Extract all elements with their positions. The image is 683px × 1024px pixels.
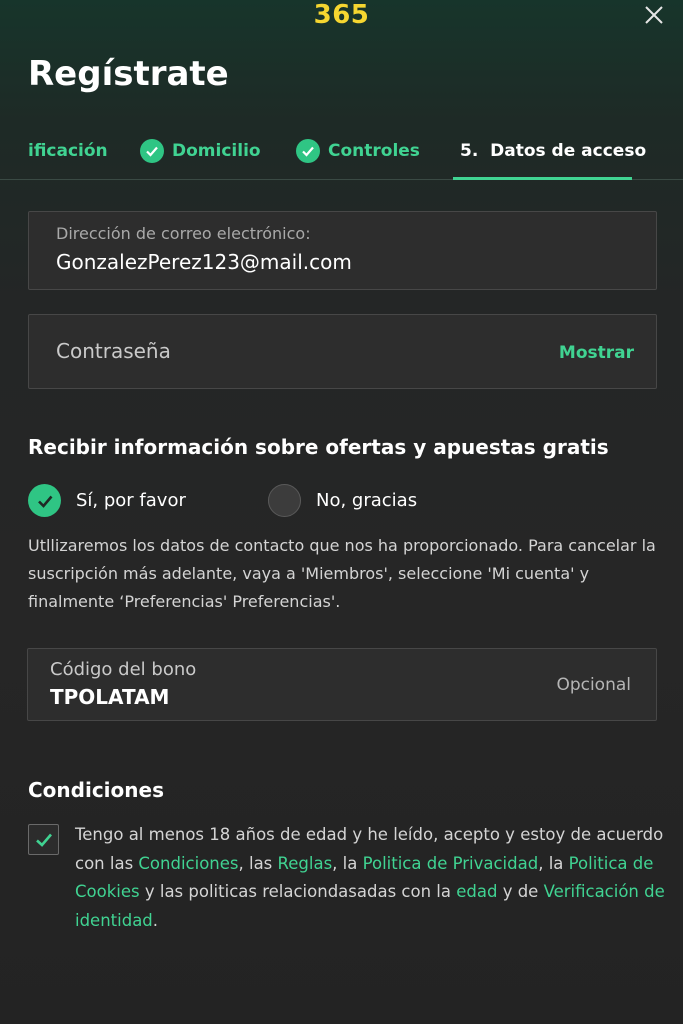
page-title: Regístrate: [28, 54, 229, 94]
step-identification[interactable]: ificación: [28, 138, 108, 164]
terms-text-part: .: [152, 910, 159, 930]
radio-unchecked-icon: [268, 484, 301, 517]
show-password-button[interactable]: Mostrar: [559, 343, 634, 363]
step-label: Controles: [328, 141, 420, 161]
checkmark-icon: [35, 833, 52, 847]
radio-checked-icon: [28, 484, 61, 517]
unsubscribe-info: Utllizaremos los datos de contacto que n…: [28, 536, 656, 611]
close-button[interactable]: [643, 4, 665, 26]
email-field[interactable]: Dirección de correo electrónico: Gonzale…: [28, 211, 657, 290]
close-icon: [645, 6, 663, 24]
password-field[interactable]: Contraseña Mostrar: [28, 314, 657, 389]
brand-logo: 365: [313, 0, 370, 30]
offers-yes-option[interactable]: Sí, por favor: [28, 484, 186, 517]
age-policy-link[interactable]: edad: [456, 882, 497, 901]
terms-text-part: y las politicas relaciondasadas con la: [139, 882, 457, 901]
step-controls[interactable]: Controles: [296, 138, 420, 164]
rules-link[interactable]: Reglas: [278, 854, 333, 873]
registration-steps: ificación Domicilio Controles 5. Datos d…: [0, 120, 683, 180]
step-access-data[interactable]: 5. Datos de acceso: [460, 138, 646, 164]
step-label: 5. Datos de acceso: [460, 141, 647, 161]
active-step-indicator: [453, 177, 632, 180]
terms-text-part: y de: [497, 882, 544, 901]
terms-text-part: , la: [538, 853, 569, 873]
terms-text: Tengo al menos 18 años de edad y he leíd…: [75, 821, 665, 935]
terms-text-part: , las: [238, 853, 278, 873]
check-circle-icon: [140, 139, 164, 163]
email-label: Dirección de correo electrónico:: [56, 224, 311, 243]
offers-yes-label: Sí, por favor: [76, 490, 186, 511]
step-label: ificación: [28, 141, 108, 161]
terms-text-part: , la: [332, 853, 363, 873]
optional-label: Opcional: [556, 675, 631, 695]
offers-no-label: No, gracias: [316, 490, 418, 511]
terms-checkbox[interactable]: [28, 824, 59, 855]
check-circle-icon: [296, 139, 320, 163]
offers-no-option[interactable]: No, gracias: [268, 484, 417, 517]
bonus-code-label: Código del bono: [50, 659, 197, 680]
privacy-policy-link[interactable]: Politica de Privacidad: [363, 854, 539, 873]
password-placeholder: Contraseña: [56, 339, 171, 363]
step-address[interactable]: Domicilio: [140, 138, 261, 164]
step-label: Domicilio: [172, 141, 261, 161]
email-value: GonzalezPerez123@mail.com: [56, 250, 352, 274]
bonus-code-value: TPOLATAM: [50, 685, 170, 709]
offers-title: Recibir información sobre ofertas y apue…: [28, 435, 609, 459]
conditions-link[interactable]: Condiciones: [138, 854, 238, 873]
bonus-code-field[interactable]: Código del bono TPOLATAM Opcional: [27, 648, 657, 721]
conditions-title: Condiciones: [28, 778, 164, 802]
